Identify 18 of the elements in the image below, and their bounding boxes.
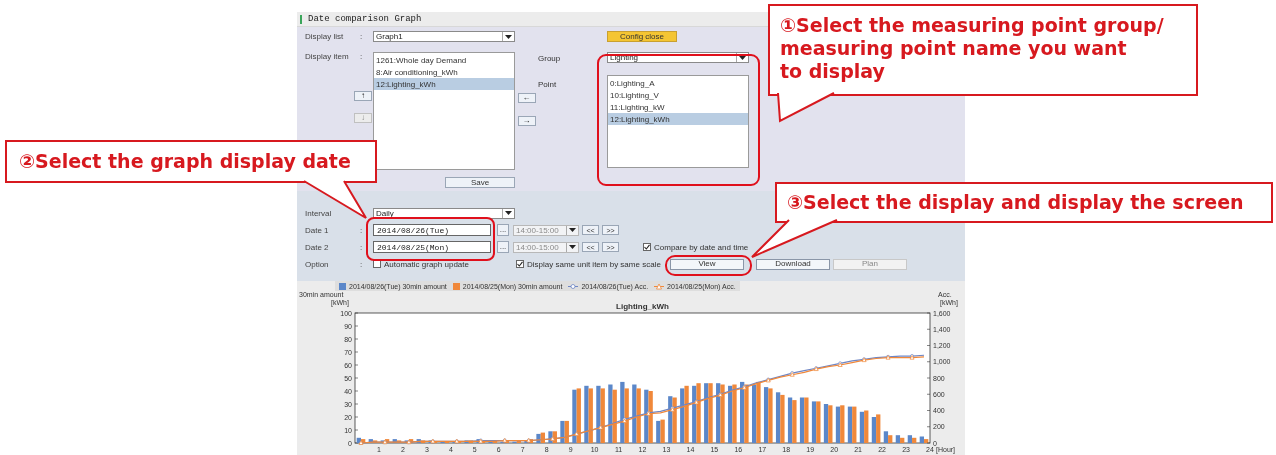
separator: : — [360, 259, 364, 269]
field-label: Date 2 — [305, 242, 330, 252]
separator: : — [360, 242, 364, 252]
field-label: Interval — [305, 208, 333, 218]
field-label: Display list — [305, 32, 345, 41]
field-label: Option — [305, 259, 330, 269]
field-label: Display item — [305, 52, 350, 61]
separator: : — [360, 52, 364, 61]
separator: : — [360, 225, 364, 235]
checkbox-label: Compare by date and time — [654, 242, 749, 252]
field-label: Date 1 — [305, 225, 330, 235]
field-label: Group — [538, 54, 562, 63]
window-title: Date comparison Graph — [308, 14, 422, 24]
chart-title: Lighting_kWh — [616, 302, 669, 311]
checkbox-label: Display same unit item by same scale — [527, 259, 661, 269]
separator: : — [360, 32, 364, 41]
field-label: Point — [538, 80, 558, 89]
checkbox-label: Automatic graph update — [384, 259, 469, 269]
